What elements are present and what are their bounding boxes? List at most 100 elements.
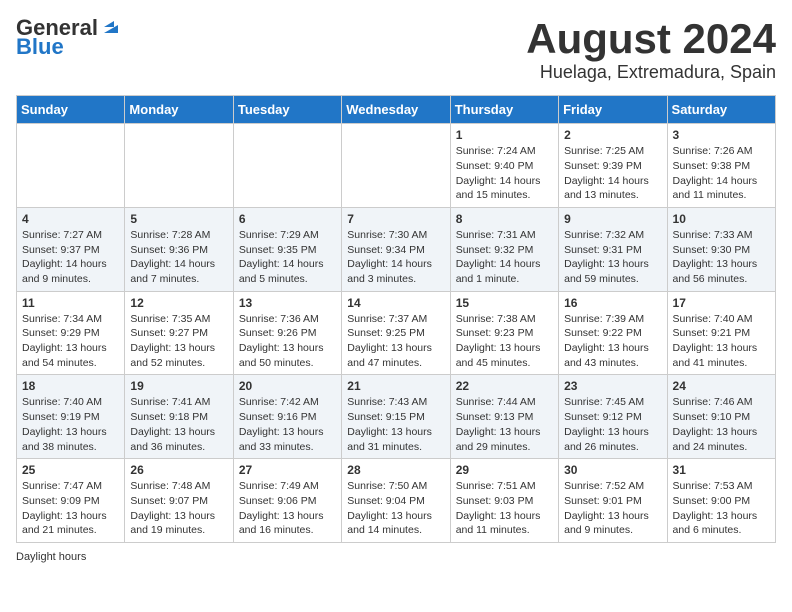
day-number: 21 (347, 379, 444, 393)
day-number: 30 (564, 463, 661, 477)
calendar-cell: 27 Sunrise: 7:49 AM Sunset: 9:06 PM Dayli… (233, 459, 341, 543)
calendar-cell: 8Sunrise: 7:31 AM Sunset: 9:32 PM Daylig… (450, 207, 558, 291)
day-number: 18 (22, 379, 119, 393)
calendar-cell: 5 Sunrise: 7:28 AM Sunset: 9:36 PM Daylig… (125, 207, 233, 291)
day-info: Sunrise: 7:30 AM Sunset: 9:34 PM Dayligh… (347, 228, 444, 287)
calendar-cell: 20 Sunrise: 7:42 AM Sunset: 9:16 PM Dayli… (233, 375, 341, 459)
day-info: Sunrise: 7:34 AM Sunset: 9:29 PM Dayligh… (22, 312, 119, 371)
day-info: Sunrise: 7:35 AM Sunset: 9:27 PM Dayligh… (130, 312, 227, 371)
week-row-3: 11Sunrise: 7:34 AM Sunset: 9:29 PM Dayli… (17, 291, 776, 375)
day-number: 4 (22, 212, 119, 226)
calendar-cell (342, 124, 450, 208)
day-number: 26 (130, 463, 227, 477)
day-info: Sunrise: 7:25 AM Sunset: 9:39 PM Dayligh… (564, 144, 661, 203)
calendar-cell (233, 124, 341, 208)
day-info: Sunrise: 7:45 AM Sunset: 9:12 PM Dayligh… (564, 395, 661, 454)
day-number: 31 (673, 463, 770, 477)
calendar-table: SundayMondayTuesdayWednesdayThursdayFrid… (16, 95, 776, 543)
calendar-cell: 25 Sunrise: 7:47 AM Sunset: 9:09 PM Dayli… (17, 459, 125, 543)
calendar-cell: 17Sunrise: 7:40 AM Sunset: 9:21 PM Dayli… (667, 291, 775, 375)
day-number: 9 (564, 212, 661, 226)
day-number: 16 (564, 296, 661, 310)
day-number: 5 (130, 212, 227, 226)
day-number: 19 (130, 379, 227, 393)
day-number: 2 (564, 128, 661, 142)
calendar-cell: 22 Sunrise: 7:44 AM Sunset: 9:13 PM Dayli… (450, 375, 558, 459)
calendar-cell: 24 Sunrise: 7:46 AM Sunset: 9:10 PM Dayli… (667, 375, 775, 459)
page-subtitle: Huelaga, Extremadura, Spain (526, 62, 776, 83)
calendar-cell: 29Sunrise: 7:51 AM Sunset: 9:03 PM Dayli… (450, 459, 558, 543)
week-row-4: 18 Sunrise: 7:40 AM Sunset: 9:19 PM Dayli… (17, 375, 776, 459)
calendar-cell: 14Sunrise: 7:37 AM Sunset: 9:25 PM Dayli… (342, 291, 450, 375)
day-number: 27 (239, 463, 336, 477)
day-info: Sunrise: 7:50 AM Sunset: 9:04 PM Dayligh… (347, 479, 444, 538)
day-info: Sunrise: 7:33 AM Sunset: 9:30 PM Dayligh… (673, 228, 770, 287)
day-info: Sunrise: 7:40 AM Sunset: 9:21 PM Dayligh… (673, 312, 770, 371)
header: General Blue August 2024 Huelaga, Extrem… (16, 16, 776, 83)
footer-note: Daylight hours (16, 551, 776, 563)
week-row-1: 1Sunrise: 7:24 AM Sunset: 9:40 PM Daylig… (17, 124, 776, 208)
day-number: 6 (239, 212, 336, 226)
day-number: 20 (239, 379, 336, 393)
logo-arrow-icon (100, 15, 122, 37)
calendar-cell: 10Sunrise: 7:33 AM Sunset: 9:30 PM Dayli… (667, 207, 775, 291)
day-info: Sunrise: 7:40 AM Sunset: 9:19 PM Dayligh… (22, 395, 119, 454)
calendar-body: 1Sunrise: 7:24 AM Sunset: 9:40 PM Daylig… (17, 124, 776, 543)
calendar-cell: 13 Sunrise: 7:36 AM Sunset: 9:26 PM Dayli… (233, 291, 341, 375)
header-cell-saturday: Saturday (667, 96, 775, 124)
logo: General Blue (16, 16, 122, 58)
week-row-5: 25 Sunrise: 7:47 AM Sunset: 9:09 PM Dayli… (17, 459, 776, 543)
calendar-cell: 3 Sunrise: 7:26 AM Sunset: 9:38 PM Daylig… (667, 124, 775, 208)
calendar-cell: 7 Sunrise: 7:30 AM Sunset: 9:34 PM Daylig… (342, 207, 450, 291)
day-info: Sunrise: 7:26 AM Sunset: 9:38 PM Dayligh… (673, 144, 770, 203)
day-number: 1 (456, 128, 553, 142)
day-number: 13 (239, 296, 336, 310)
calendar-cell: 18 Sunrise: 7:40 AM Sunset: 9:19 PM Dayli… (17, 375, 125, 459)
day-info: Sunrise: 7:44 AM Sunset: 9:13 PM Dayligh… (456, 395, 553, 454)
day-info: Sunrise: 7:51 AM Sunset: 9:03 PM Dayligh… (456, 479, 553, 538)
day-number: 3 (673, 128, 770, 142)
calendar-cell: 26 Sunrise: 7:48 AM Sunset: 9:07 PM Dayli… (125, 459, 233, 543)
header-cell-thursday: Thursday (450, 96, 558, 124)
day-info: Sunrise: 7:37 AM Sunset: 9:25 PM Dayligh… (347, 312, 444, 371)
day-info: Sunrise: 7:39 AM Sunset: 9:22 PM Dayligh… (564, 312, 661, 371)
day-info: Sunrise: 7:28 AM Sunset: 9:36 PM Dayligh… (130, 228, 227, 287)
day-info: Sunrise: 7:48 AM Sunset: 9:07 PM Dayligh… (130, 479, 227, 538)
calendar-cell: 11Sunrise: 7:34 AM Sunset: 9:29 PM Dayli… (17, 291, 125, 375)
calendar-cell (17, 124, 125, 208)
day-number: 24 (673, 379, 770, 393)
day-info: Sunrise: 7:47 AM Sunset: 9:09 PM Dayligh… (22, 479, 119, 538)
title-block: August 2024 Huelaga, Extremadura, Spain (526, 16, 776, 83)
calendar-header: SundayMondayTuesdayWednesdayThursdayFrid… (17, 96, 776, 124)
header-cell-sunday: Sunday (17, 96, 125, 124)
calendar-cell: 4Sunrise: 7:27 AM Sunset: 9:37 PM Daylig… (17, 207, 125, 291)
calendar-cell: 2 Sunrise: 7:25 AM Sunset: 9:39 PM Daylig… (559, 124, 667, 208)
calendar-cell: 15 Sunrise: 7:38 AM Sunset: 9:23 PM Dayli… (450, 291, 558, 375)
day-info: Sunrise: 7:43 AM Sunset: 9:15 PM Dayligh… (347, 395, 444, 454)
day-info: Sunrise: 7:46 AM Sunset: 9:10 PM Dayligh… (673, 395, 770, 454)
calendar-cell: 16 Sunrise: 7:39 AM Sunset: 9:22 PM Dayli… (559, 291, 667, 375)
day-info: Sunrise: 7:36 AM Sunset: 9:26 PM Dayligh… (239, 312, 336, 371)
calendar-cell: 9 Sunrise: 7:32 AM Sunset: 9:31 PM Daylig… (559, 207, 667, 291)
day-info: Sunrise: 7:42 AM Sunset: 9:16 PM Dayligh… (239, 395, 336, 454)
day-info: Sunrise: 7:52 AM Sunset: 9:01 PM Dayligh… (564, 479, 661, 538)
calendar-cell: 31 Sunrise: 7:53 AM Sunset: 9:00 PM Dayli… (667, 459, 775, 543)
header-cell-tuesday: Tuesday (233, 96, 341, 124)
day-info: Sunrise: 7:53 AM Sunset: 9:00 PM Dayligh… (673, 479, 770, 538)
logo-blue-text: Blue (16, 36, 64, 58)
week-row-2: 4Sunrise: 7:27 AM Sunset: 9:37 PM Daylig… (17, 207, 776, 291)
calendar-cell: 19Sunrise: 7:41 AM Sunset: 9:18 PM Dayli… (125, 375, 233, 459)
calendar-cell: 30 Sunrise: 7:52 AM Sunset: 9:01 PM Dayli… (559, 459, 667, 543)
day-info: Sunrise: 7:49 AM Sunset: 9:06 PM Dayligh… (239, 479, 336, 538)
header-cell-friday: Friday (559, 96, 667, 124)
day-info: Sunrise: 7:32 AM Sunset: 9:31 PM Dayligh… (564, 228, 661, 287)
header-cell-wednesday: Wednesday (342, 96, 450, 124)
day-number: 7 (347, 212, 444, 226)
day-info: Sunrise: 7:38 AM Sunset: 9:23 PM Dayligh… (456, 312, 553, 371)
day-number: 15 (456, 296, 553, 310)
day-number: 22 (456, 379, 553, 393)
day-number: 25 (22, 463, 119, 477)
header-row: SundayMondayTuesdayWednesdayThursdayFrid… (17, 96, 776, 124)
page-title: August 2024 (526, 16, 776, 62)
calendar-cell: 28Sunrise: 7:50 AM Sunset: 9:04 PM Dayli… (342, 459, 450, 543)
